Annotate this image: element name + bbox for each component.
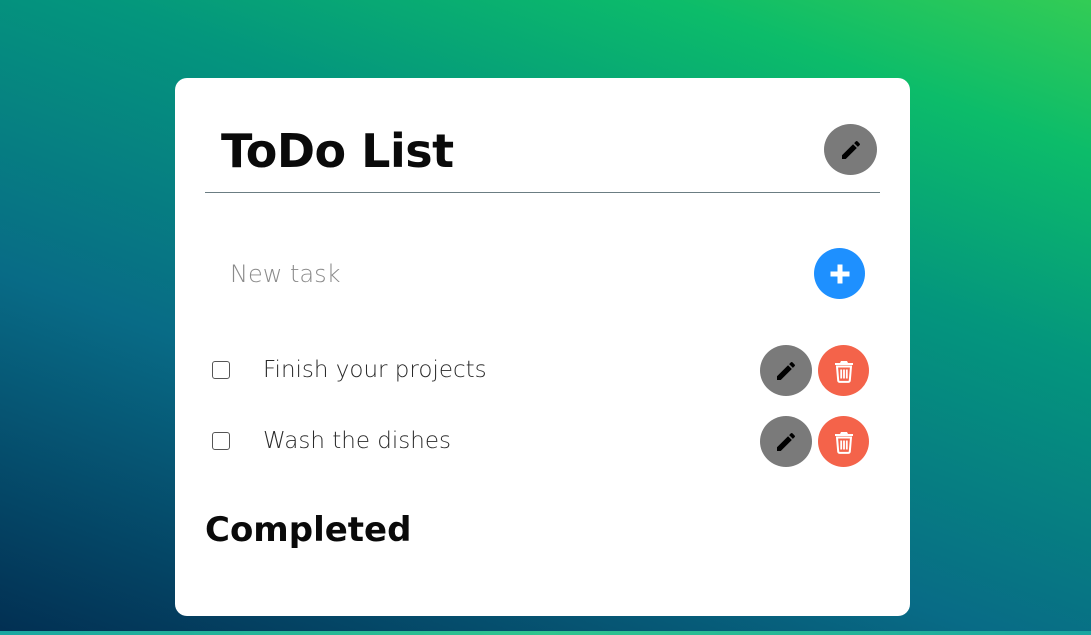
task-label: Finish your projects bbox=[263, 357, 487, 383]
trash-icon bbox=[833, 359, 855, 383]
task-label: Wash the dishes bbox=[263, 428, 451, 454]
page-title: ToDo List bbox=[221, 124, 454, 178]
delete-task-button[interactable] bbox=[818, 416, 869, 467]
add-task-button[interactable] bbox=[814, 248, 865, 299]
edit-task-button[interactable] bbox=[760, 416, 812, 467]
trash-icon bbox=[833, 430, 855, 454]
completed-heading: Completed bbox=[205, 510, 412, 550]
bottom-strip bbox=[0, 631, 1091, 635]
new-task-row bbox=[205, 246, 880, 302]
todo-header: ToDo List bbox=[205, 118, 880, 193]
task-checkbox[interactable] bbox=[212, 432, 230, 450]
pencil-icon bbox=[774, 430, 798, 454]
delete-task-button[interactable] bbox=[818, 345, 869, 396]
edit-task-button[interactable] bbox=[760, 345, 812, 396]
pencil-icon bbox=[839, 138, 863, 162]
task-item: Wash the dishes bbox=[205, 416, 880, 468]
task-checkbox[interactable] bbox=[212, 361, 230, 379]
todo-card: ToDo List Finish your projects bbox=[175, 78, 910, 616]
task-item: Finish your projects bbox=[205, 345, 880, 397]
plus-icon bbox=[828, 262, 852, 286]
edit-title-button[interactable] bbox=[824, 124, 877, 175]
new-task-input[interactable] bbox=[205, 252, 795, 296]
pencil-icon bbox=[774, 359, 798, 383]
